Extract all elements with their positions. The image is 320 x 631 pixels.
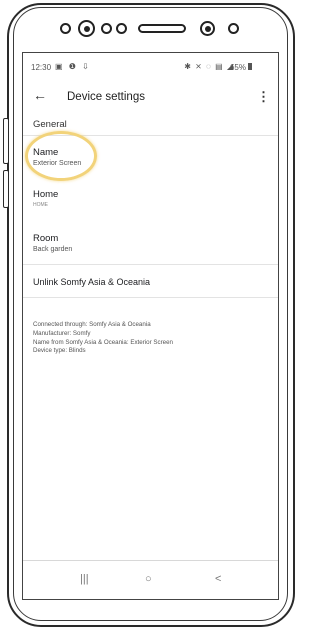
back-arrow-icon[interactable]: ← [33,87,47,103]
device-info: Connected through: Somfy Asia & Oceania … [33,321,173,356]
home-icon[interactable]: ○ [145,573,152,585]
app-bar: ← Device settings ⋮ [23,85,278,111]
sensor-icon [101,23,112,34]
section-header-general: General [33,119,67,130]
phone-top-hardware [0,18,301,38]
info-device-type: Device type: Blinds [33,347,86,355]
volume-button [3,118,9,164]
battery-level: 65% [229,63,246,72]
setting-label: Home [33,189,59,200]
system-nav-bar: ||| ○ < [23,560,278,599]
setting-room[interactable]: Room Back garden [33,233,72,253]
info-connected-through: Connected through: Somfy Asia & Oceania [33,321,151,328]
setting-value: Back garden [33,246,73,253]
setting-label: Room [33,233,59,244]
setting-home[interactable]: Home HOME [33,189,58,208]
notification-icons: ▣ ❶ ⇩ [55,62,91,71]
sensor-icon [228,23,239,34]
bixby-button [3,170,9,208]
more-options-icon[interactable]: ⋮ [257,89,270,105]
highlight-circle [25,131,97,181]
nav-back-icon[interactable]: < [215,573,221,585]
front-camera-icon [78,20,95,37]
divider [23,264,278,265]
speaker-grille [138,24,186,33]
page-title: Device settings [67,91,145,103]
recents-icon[interactable]: ||| [80,573,89,585]
info-manufacturer: Manufacturer: Somfy [33,329,91,337]
iris-scanner-icon [200,21,215,36]
phone-screen: 12:30 ▣ ❶ ⇩ ✱ ⨯ ◌ ▤ ◢ 65% ← Device setti… [22,52,279,600]
setting-value: HOME [33,202,48,208]
info-name-from-provider: Name from Somfy Asia & Oceania: Exterior… [33,338,173,346]
sensor-icon [60,23,71,34]
battery-icon [248,63,252,70]
sensor-icon [116,23,127,34]
unlink-button[interactable]: Unlink Somfy Asia & Oceania [33,277,150,287]
status-time: 12:30 [31,63,52,72]
divider [23,297,278,298]
system-icons: ✱ ⨯ ◌ ▤ ◢ [184,62,234,71]
status-bar: 12:30 ▣ ❶ ⇩ ✱ ⨯ ◌ ▤ ◢ 65% [23,53,278,79]
